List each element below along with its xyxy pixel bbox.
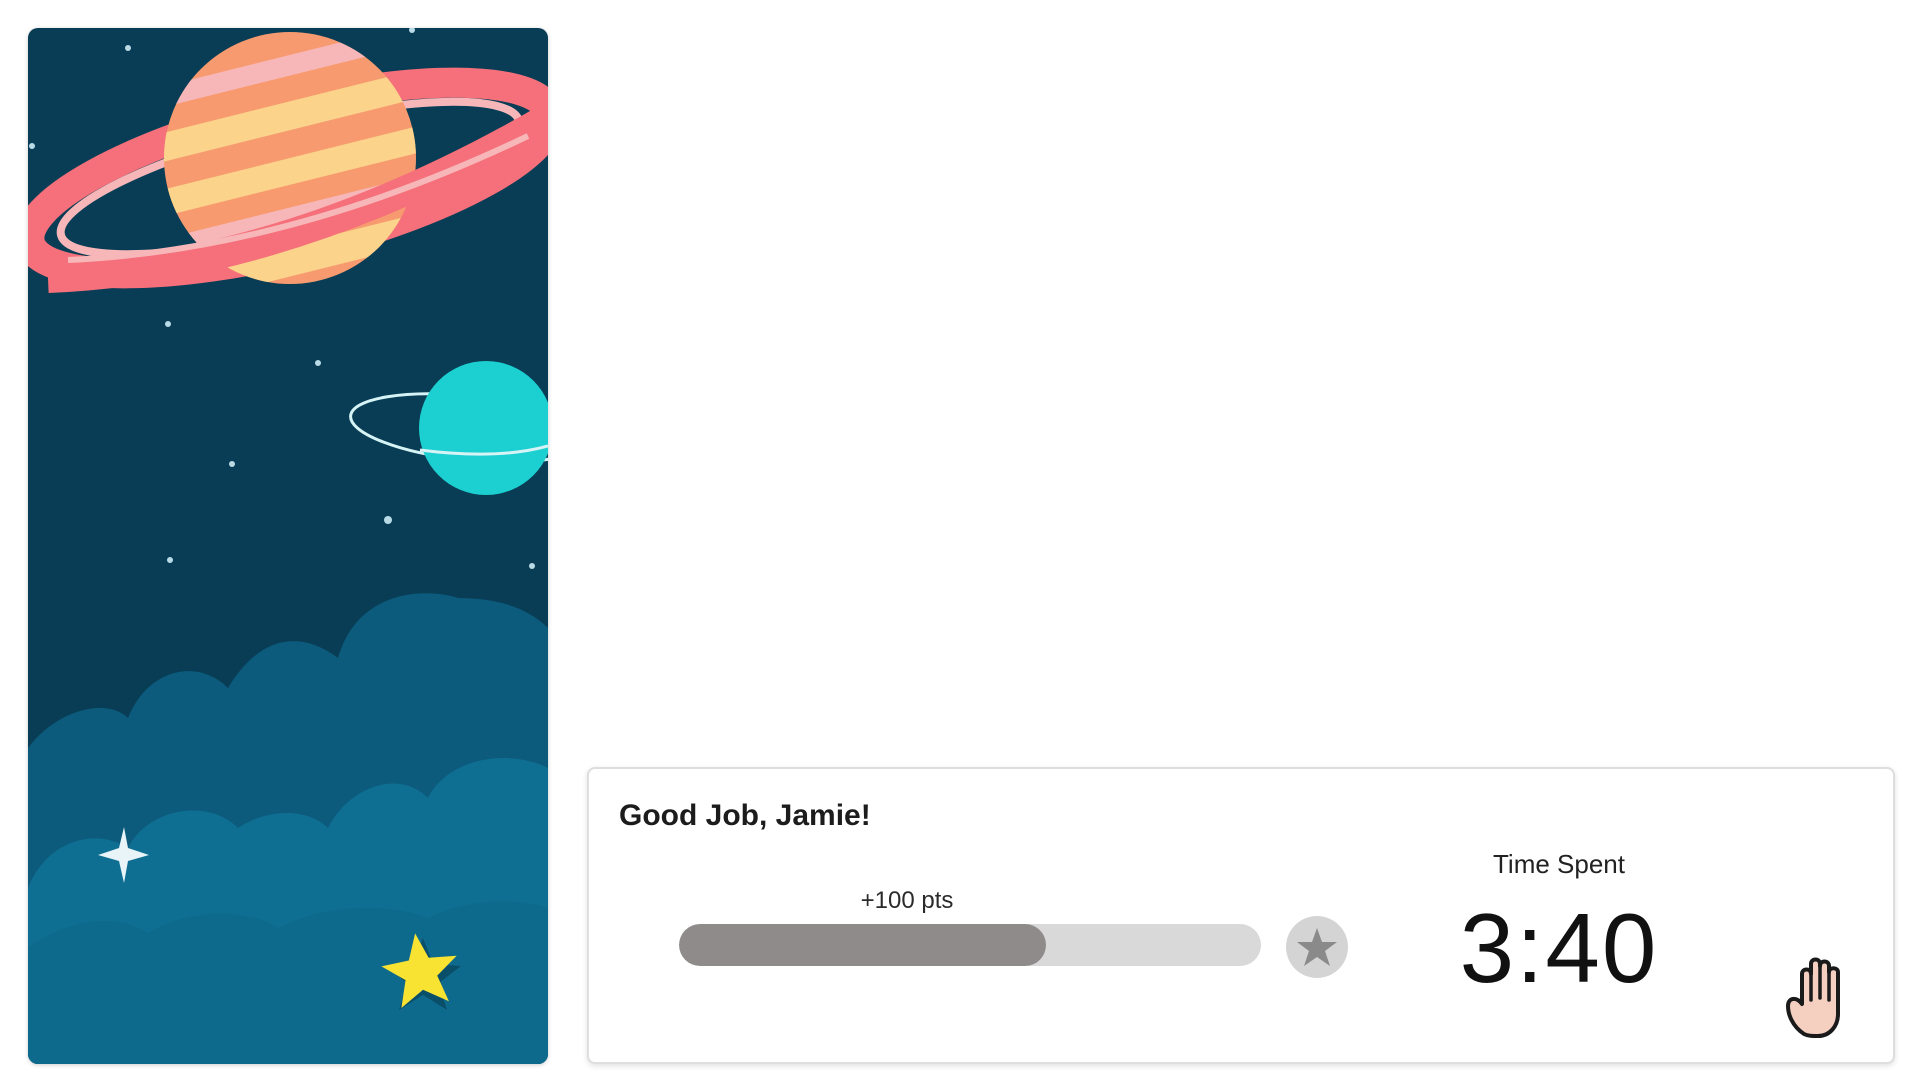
time-spent-value: 3:40 (1459, 893, 1659, 1003)
star-badge (1286, 916, 1348, 978)
points-progress-fill (679, 924, 1046, 966)
result-card: Good Job, Jamie! +100 pts Time Spent 3:4… (587, 767, 1895, 1064)
raise-hand-icon (1786, 957, 1840, 1038)
points-label: +100 pts (860, 887, 954, 914)
space-illustration (28, 28, 548, 1064)
greeting-title: Good Job, Jamie! (619, 799, 871, 832)
star-icon (1297, 928, 1337, 966)
raise-hand-button[interactable] (1784, 952, 1854, 1042)
space-scene (28, 28, 548, 1064)
time-spent-label: Time Spent (1493, 849, 1625, 879)
points-progress-bar (679, 924, 1261, 966)
